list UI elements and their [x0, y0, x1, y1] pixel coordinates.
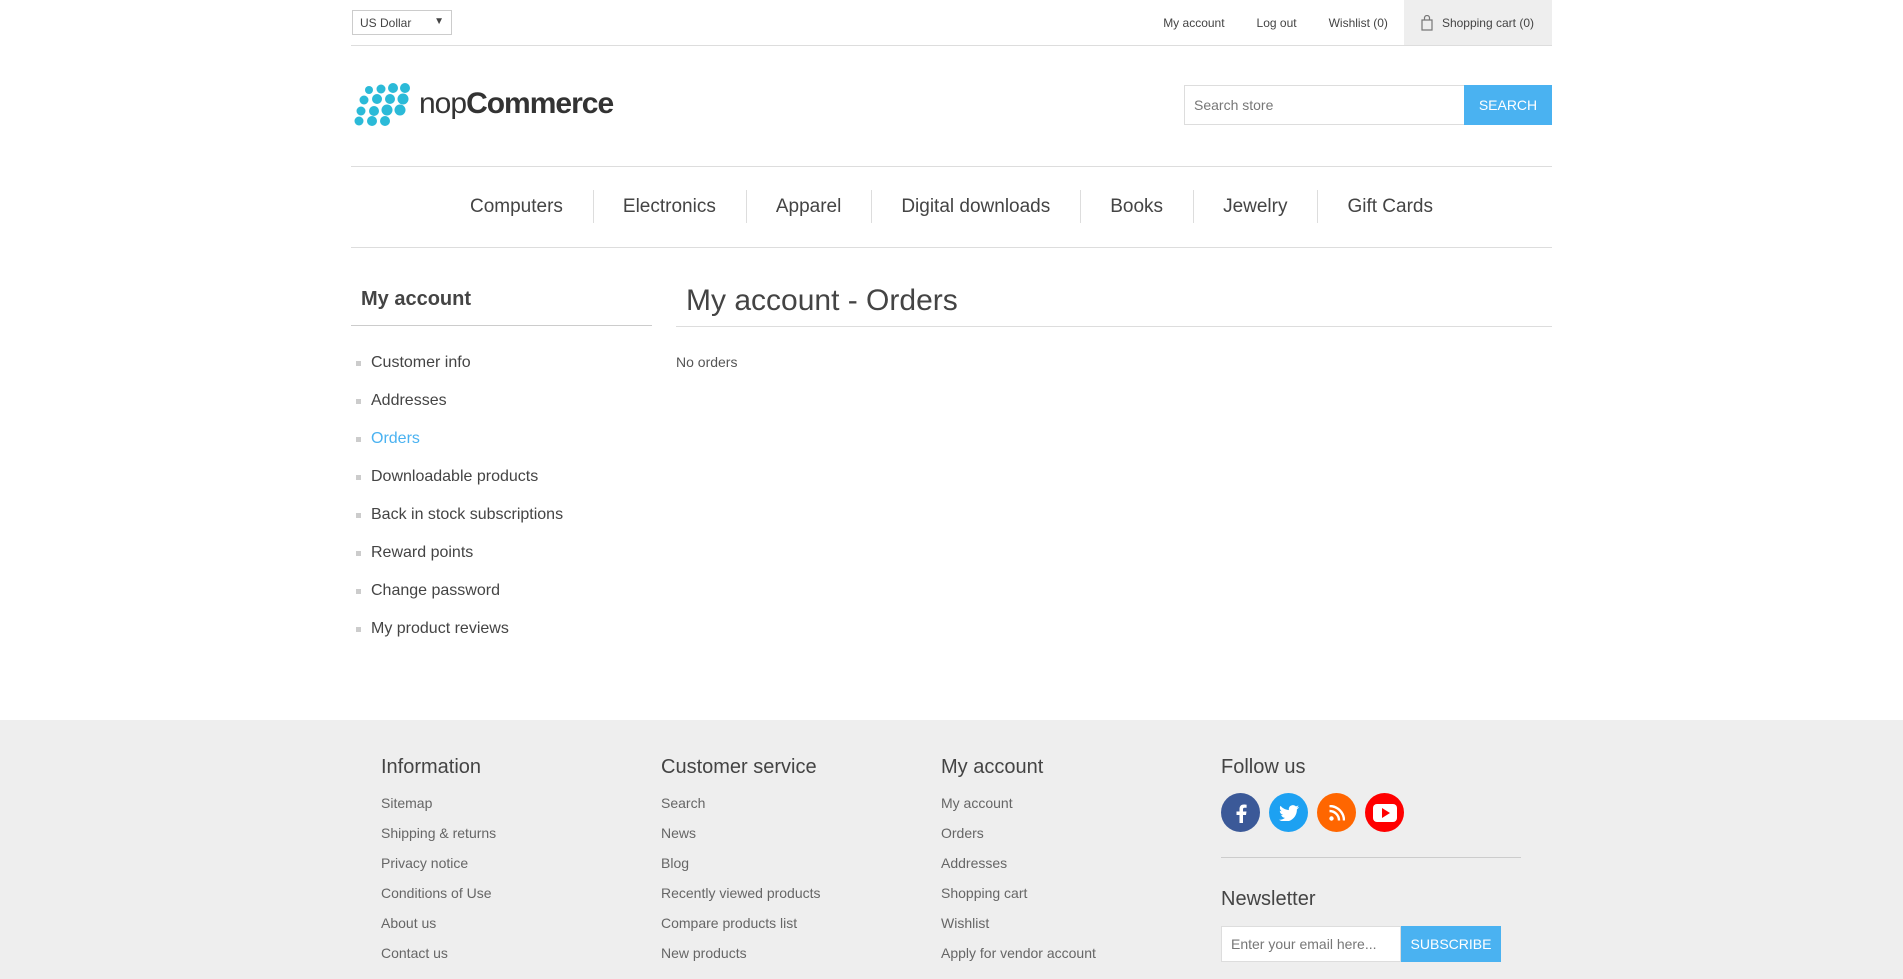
cart-label: Shopping cart (0)	[1441, 15, 1534, 30]
footer: Information Sitemap Shipping & returns P…	[0, 720, 1903, 979]
bullet-icon	[356, 550, 361, 556]
logout-link[interactable]: Log out	[1257, 16, 1297, 30]
menu-item-books[interactable]: Books	[1080, 190, 1193, 223]
side-nav: Customer info Addresses Orders Downloada…	[356, 344, 563, 648]
chevron-down-icon: ▼	[434, 16, 444, 27]
side-item-orders[interactable]: Orders	[356, 420, 563, 458]
footer-link-conditions[interactable]: Conditions of Use	[381, 885, 496, 915]
social-links	[1221, 793, 1521, 832]
logo-text-part1: nop	[419, 87, 467, 120]
side-item-product-reviews[interactable]: My product reviews	[356, 610, 563, 648]
footer-link-news[interactable]: News	[661, 825, 821, 855]
bullet-icon	[356, 626, 361, 632]
footer-link-vendor[interactable]: Apply for vendor account	[941, 945, 1096, 975]
side-item-customer-info[interactable]: Customer info	[356, 344, 563, 382]
newsletter-email-input[interactable]: Enter your email here...	[1221, 926, 1401, 962]
side-item-label: Change password	[371, 582, 500, 599]
logo-dots-icon	[354, 83, 410, 126]
rss-icon[interactable]	[1317, 793, 1356, 832]
menu-item-jewelry[interactable]: Jewelry	[1193, 190, 1317, 223]
menu-item-apparel[interactable]: Apparel	[745, 190, 872, 223]
footer-link-about[interactable]: About us	[381, 915, 496, 945]
footer-link-my-account[interactable]: My account	[941, 795, 1096, 825]
search-input[interactable]: Search store	[1184, 85, 1464, 125]
currency-select[interactable]: US Dollar ▼	[352, 10, 452, 35]
newsletter-title: Newsletter	[1221, 888, 1316, 910]
wishlist-link[interactable]: Wishlist (0)	[1329, 16, 1388, 30]
footer-link-wishlist[interactable]: Wishlist	[941, 915, 1096, 945]
no-orders-message: No orders	[676, 354, 738, 370]
search-button[interactable]: SEARCH	[1464, 85, 1552, 125]
twitter-icon[interactable]	[1269, 793, 1308, 832]
footer-link-new-products[interactable]: New products	[661, 945, 821, 975]
footer-link-addresses[interactable]: Addresses	[941, 855, 1096, 885]
side-item-label: Addresses	[371, 392, 447, 409]
header-links: My account Log out Wishlist (0) Shopping…	[1163, 0, 1552, 45]
logo-text: nopCommerce	[419, 87, 614, 121]
footer-link-privacy[interactable]: Privacy notice	[381, 855, 496, 885]
side-item-back-in-stock[interactable]: Back in stock subscriptions	[356, 496, 563, 534]
footer-heading: Customer service	[661, 756, 817, 778]
side-item-downloadable-products[interactable]: Downloadable products	[356, 458, 563, 496]
bullet-icon	[356, 436, 361, 442]
currency-value: US Dollar	[360, 15, 412, 30]
bullet-icon	[356, 474, 361, 480]
newsletter-form: Enter your email here... SUBSCRIBE	[1221, 926, 1521, 962]
footer-information: Information Sitemap Shipping & returns P…	[381, 756, 496, 975]
bullet-icon	[356, 512, 361, 518]
side-item-label: Downloadable products	[371, 468, 539, 485]
menu-item-digital-downloads[interactable]: Digital downloads	[871, 190, 1080, 223]
footer-link-compare[interactable]: Compare products list	[661, 915, 821, 945]
side-item-reward-points[interactable]: Reward points	[356, 534, 563, 572]
footer-link-shipping[interactable]: Shipping & returns	[381, 825, 496, 855]
youtube-icon[interactable]	[1365, 793, 1404, 832]
title-divider	[676, 326, 1552, 327]
page-title: My account - Orders	[686, 284, 958, 317]
side-item-label: Customer info	[371, 354, 471, 371]
store-logo[interactable]: nopCommerce	[353, 82, 614, 126]
side-nav-title: My account	[361, 288, 472, 310]
footer-link-search[interactable]: Search	[661, 795, 821, 825]
footer-heading: Information	[381, 756, 482, 778]
side-item-label: Orders	[371, 430, 420, 447]
my-account-link[interactable]: My account	[1163, 16, 1224, 30]
subscribe-button[interactable]: SUBSCRIBE	[1401, 926, 1501, 962]
side-item-label: Reward points	[371, 544, 474, 561]
side-item-label: My product reviews	[371, 620, 509, 637]
menu-item-computers[interactable]: Computers	[440, 196, 593, 218]
facebook-icon[interactable]	[1221, 793, 1260, 832]
side-nav-divider	[351, 325, 652, 326]
top-menu: Computers Electronics Apparel Digital do…	[351, 166, 1552, 248]
bullet-icon	[356, 398, 361, 404]
footer-link-orders[interactable]: Orders	[941, 825, 1096, 855]
footer-link-recently-viewed[interactable]: Recently viewed products	[661, 885, 821, 915]
side-item-addresses[interactable]: Addresses	[356, 382, 563, 420]
footer-customer-service: Customer service Search News Blog Recent…	[661, 756, 821, 975]
footer-heading: Follow us	[1221, 756, 1306, 778]
footer-my-account: My account My account Orders Addresses S…	[941, 756, 1096, 975]
search-box: Search store SEARCH	[1184, 85, 1552, 125]
shopping-bag-icon	[1421, 14, 1433, 31]
bullet-icon	[356, 360, 361, 366]
footer-link-contact[interactable]: Contact us	[381, 945, 496, 975]
footer-heading: My account	[941, 756, 1044, 778]
footer-follow-us: Follow us Newsletter Enter your email he…	[1221, 756, 1521, 962]
side-item-label: Back in stock subscriptions	[371, 506, 564, 523]
footer-divider	[1221, 857, 1521, 858]
bullet-icon	[356, 588, 361, 594]
side-item-change-password[interactable]: Change password	[356, 572, 563, 610]
shopping-cart-link[interactable]: Shopping cart (0)	[1403, 0, 1552, 45]
footer-link-sitemap[interactable]: Sitemap	[381, 795, 496, 825]
menu-item-gift-cards[interactable]: Gift Cards	[1317, 190, 1463, 223]
header-links-bar: US Dollar ▼ My account Log out Wishlist …	[351, 0, 1552, 46]
footer-link-cart[interactable]: Shopping cart	[941, 885, 1096, 915]
menu-item-electronics[interactable]: Electronics	[592, 190, 746, 223]
footer-link-blog[interactable]: Blog	[661, 855, 821, 885]
logo-text-part2: Commerce	[466, 87, 614, 120]
